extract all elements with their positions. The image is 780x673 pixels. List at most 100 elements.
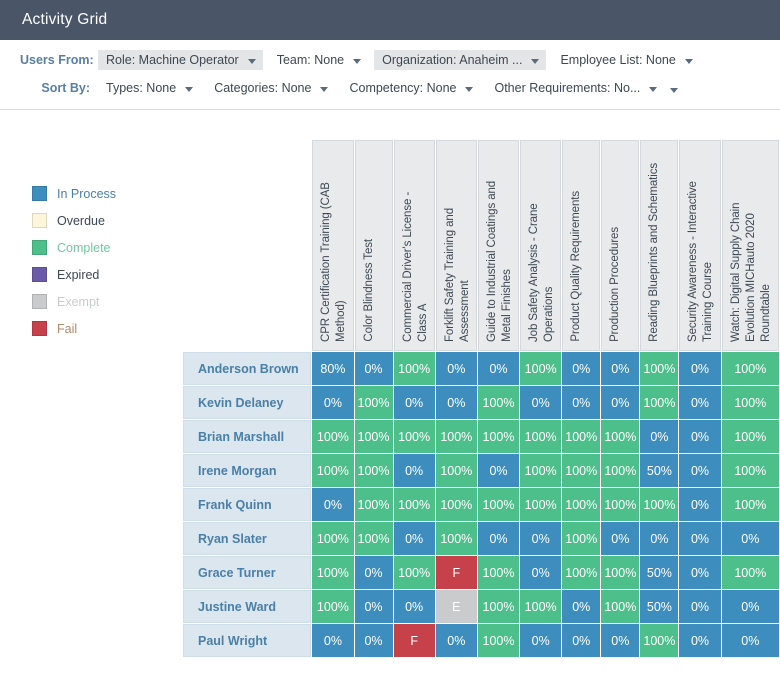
grid-cell[interactable]: 0% (435, 386, 477, 419)
grid-cell[interactable]: 100% (477, 488, 520, 521)
grid-cell[interactable]: 100% (354, 522, 393, 555)
grid-cell[interactable]: 0% (562, 624, 601, 657)
grid-cell[interactable]: 100% (562, 556, 601, 589)
grid-cell[interactable]: 0% (435, 352, 477, 385)
grid-cell[interactable]: 0% (721, 590, 779, 623)
column-header-5[interactable]: Job Safety Analysis - Crane Operations (520, 140, 562, 351)
users-from-dropdown-3[interactable]: Employee List: None (552, 50, 699, 70)
row-header-user-name[interactable]: Kevin Delaney (183, 386, 312, 419)
grid-cell[interactable]: 0% (679, 454, 721, 487)
grid-cell[interactable]: 100% (520, 454, 562, 487)
grid-cell[interactable]: 100% (477, 624, 520, 657)
column-header-9[interactable]: Security Awareness - Interactive Trainin… (679, 140, 721, 351)
grid-cell[interactable]: 0% (562, 590, 601, 623)
grid-cell[interactable]: 100% (393, 352, 435, 385)
grid-cell[interactable]: 100% (435, 420, 477, 453)
grid-cell[interactable]: 100% (562, 488, 601, 521)
grid-cell[interactable]: 100% (562, 454, 601, 487)
grid-cell[interactable]: 100% (312, 590, 354, 623)
grid-cell[interactable]: 100% (601, 590, 640, 623)
grid-cell[interactable]: 0% (477, 352, 520, 385)
grid-cell[interactable]: 0% (393, 522, 435, 555)
grid-cell[interactable]: 100% (562, 522, 601, 555)
grid-cell[interactable]: 0% (354, 624, 393, 657)
grid-cell[interactable]: 0% (393, 590, 435, 623)
grid-cell[interactable]: 100% (520, 488, 562, 521)
grid-cell[interactable]: 100% (354, 420, 393, 453)
grid-cell[interactable]: 100% (520, 420, 562, 453)
grid-cell[interactable]: 50% (640, 590, 679, 623)
sort-by-dropdown-1[interactable]: Categories: None (206, 78, 335, 98)
grid-cell[interactable]: 80% (312, 352, 354, 385)
grid-cell[interactable]: 0% (679, 590, 721, 623)
grid-cell[interactable]: 100% (312, 420, 354, 453)
grid-cell[interactable]: 100% (721, 420, 779, 453)
sort-by-dropdown-2[interactable]: Competency: None (341, 78, 480, 98)
grid-cell[interactable]: 0% (393, 454, 435, 487)
grid-cell[interactable]: E (435, 590, 477, 623)
column-header-3[interactable]: Forklift Safety Training and Assessment (435, 140, 477, 351)
grid-cell[interactable]: 100% (721, 454, 779, 487)
grid-cell[interactable]: 0% (520, 522, 562, 555)
grid-cell[interactable]: 0% (477, 454, 520, 487)
grid-cell[interactable]: 0% (520, 556, 562, 589)
grid-cell[interactable]: 100% (435, 454, 477, 487)
grid-cell[interactable]: 100% (312, 454, 354, 487)
row-header-user-name[interactable]: Justine Ward (183, 590, 312, 623)
row-header-user-name[interactable]: Frank Quinn (183, 488, 312, 521)
grid-cell[interactable]: 0% (601, 522, 640, 555)
grid-cell[interactable]: 100% (601, 488, 640, 521)
row-header-user-name[interactable]: Anderson Brown (183, 352, 312, 385)
grid-cell[interactable]: 100% (393, 556, 435, 589)
grid-cell[interactable]: 100% (354, 454, 393, 487)
grid-cell[interactable]: 50% (640, 556, 679, 589)
grid-cell[interactable]: 0% (721, 522, 779, 555)
row-header-user-name[interactable]: Ryan Slater (183, 522, 312, 555)
grid-cell[interactable]: 0% (679, 420, 721, 453)
column-header-0[interactable]: CPR Certification Training (CAB Method) (312, 140, 354, 351)
grid-cell[interactable]: 100% (601, 556, 640, 589)
grid-cell[interactable]: 0% (477, 522, 520, 555)
grid-cell[interactable]: 0% (601, 624, 640, 657)
grid-cell[interactable]: 0% (354, 556, 393, 589)
legend-item-complete[interactable]: Complete (14, 234, 182, 261)
grid-cell[interactable]: 100% (520, 590, 562, 623)
row-header-user-name[interactable]: Paul Wright (183, 624, 312, 657)
grid-cell[interactable]: 100% (435, 522, 477, 555)
column-header-8[interactable]: Reading Blueprints and Schematics (640, 140, 679, 351)
grid-cell[interactable]: 100% (520, 352, 562, 385)
grid-cell[interactable]: 0% (601, 386, 640, 419)
grid-cell[interactable]: 0% (312, 624, 354, 657)
grid-cell[interactable]: F (435, 556, 477, 589)
grid-cell[interactable]: 0% (520, 386, 562, 419)
grid-cell[interactable]: 100% (393, 488, 435, 521)
grid-cell[interactable]: 100% (640, 488, 679, 521)
grid-cell[interactable]: 100% (640, 352, 679, 385)
grid-cell[interactable]: 100% (721, 488, 779, 521)
legend-item-expired[interactable]: Expired (14, 261, 182, 288)
grid-cell[interactable]: 100% (601, 420, 640, 453)
grid-cell[interactable]: F (393, 624, 435, 657)
column-header-4[interactable]: Guide to Industrial Coatings and Metal F… (477, 140, 520, 351)
grid-cell[interactable]: 0% (435, 624, 477, 657)
users-from-dropdown-2[interactable]: Organization: Anaheim ... (374, 50, 547, 70)
grid-cell[interactable]: 100% (601, 454, 640, 487)
row-header-user-name[interactable]: Brian Marshall (183, 420, 312, 453)
grid-cell[interactable]: 0% (393, 386, 435, 419)
sort-by-overflow-chevron-button[interactable] (668, 84, 685, 95)
column-header-10[interactable]: Watch: Digital Supply Chain Evolution MI… (721, 140, 779, 351)
grid-cell[interactable]: 0% (679, 488, 721, 521)
grid-cell[interactable]: 100% (354, 488, 393, 521)
grid-cell[interactable]: 100% (640, 386, 679, 419)
grid-cell[interactable]: 0% (354, 590, 393, 623)
grid-cell[interactable]: 0% (562, 352, 601, 385)
legend-item-in-process[interactable]: In Process (14, 180, 182, 207)
column-header-6[interactable]: Product Quality Requirements (562, 140, 601, 351)
grid-cell[interactable]: 100% (721, 386, 779, 419)
grid-cell[interactable]: 0% (679, 352, 721, 385)
grid-cell[interactable]: 0% (679, 522, 721, 555)
column-header-7[interactable]: Production Procedures (601, 140, 640, 351)
legend-item-overdue[interactable]: Overdue (14, 207, 182, 234)
grid-cell[interactable]: 100% (435, 488, 477, 521)
grid-cell[interactable]: 0% (679, 624, 721, 657)
